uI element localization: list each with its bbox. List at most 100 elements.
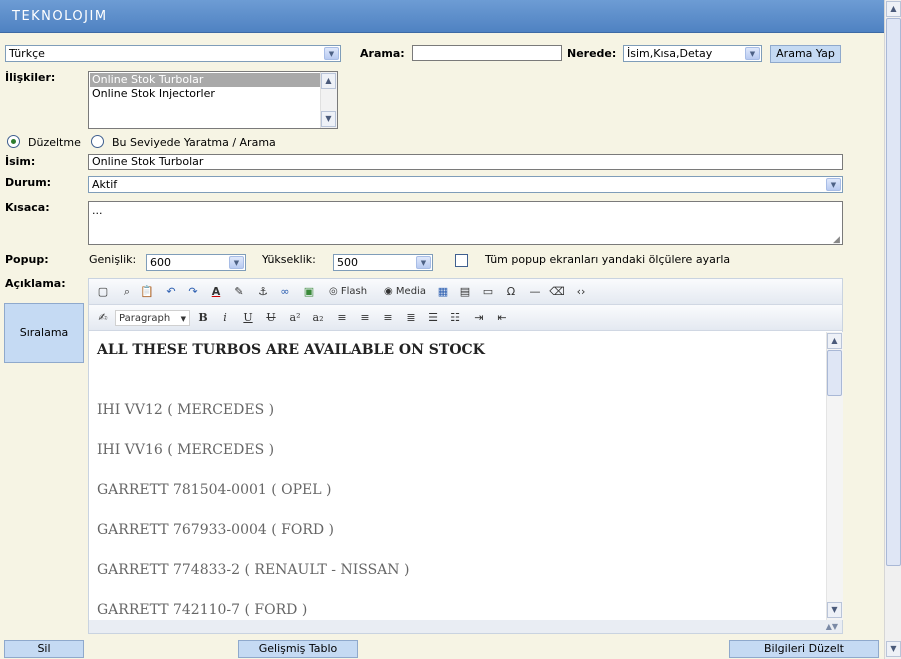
name-label: İsim: [5, 155, 36, 168]
editor-line: GARRETT 781504-0001 ( OPEL ) [97, 482, 332, 498]
subscript-icon[interactable]: a₂ [310, 310, 326, 326]
editor-heading: ALL THESE TURBOS ARE AVAILABLE ON STOCK [97, 342, 485, 358]
list-item[interactable]: Online Stok Injectorler [90, 87, 321, 101]
align-center-icon[interactable]: ≡ [357, 310, 373, 326]
format-select[interactable]: Paragraph ▼ [115, 310, 190, 326]
horizontal-rule-icon[interactable]: — [527, 284, 543, 300]
update-info-button[interactable]: Bilgileri Düzelt [729, 640, 879, 658]
status-select[interactable]: Aktif ▼ [88, 176, 843, 193]
app-logo: TEKNOLOJIM [12, 9, 108, 24]
search-where-selected: İsim,Kısa,Detay [627, 47, 713, 60]
delete-button[interactable]: Sil [4, 640, 84, 658]
search-label: Arama: [360, 47, 405, 60]
name-input[interactable]: Online Stok Turbolar [88, 154, 843, 170]
redo-icon[interactable]: ↷ [185, 284, 201, 300]
resize-arrows-icon[interactable]: ▲▼ [826, 620, 838, 633]
page-scrollbar[interactable]: ▲ ▼ [884, 0, 901, 659]
popup-width-label: Genişlik: [89, 253, 137, 266]
editor-content[interactable]: ALL THESE TURBOS ARE AVAILABLE ON STOCK … [89, 332, 827, 620]
list-item[interactable]: Online Stok Turbolar [90, 73, 321, 87]
page-scroll-thumb[interactable] [886, 18, 901, 566]
scroll-up-icon[interactable]: ▲ [886, 1, 901, 17]
edit-radio-label: Düzeltme [28, 136, 81, 149]
format-selected: Paragraph [119, 313, 171, 324]
chevron-down-icon: ▼ [229, 256, 244, 269]
popup-label: Popup: [5, 253, 49, 266]
align-justify-icon[interactable]: ≣ [403, 310, 419, 326]
chevron-down-icon: ▼ [745, 47, 760, 60]
apply-all-checkbox[interactable] [455, 254, 468, 267]
editor-scroll-thumb[interactable] [827, 350, 842, 396]
sort-button[interactable]: Sıralama [4, 303, 84, 363]
scroll-up-icon[interactable]: ▲ [321, 73, 336, 89]
special-char-icon[interactable]: Ω [503, 284, 519, 300]
paste-icon[interactable]: 📋 [139, 284, 155, 300]
search-button[interactable]: Arama Yap [770, 45, 841, 63]
find-icon[interactable]: ⌕ [119, 284, 135, 300]
superscript-icon[interactable]: a² [287, 310, 303, 326]
chevron-down-icon: ▼ [826, 178, 841, 191]
language-select[interactable]: Türkçe ▼ [5, 45, 341, 62]
scroll-up-icon[interactable]: ▲ [827, 333, 842, 349]
popup-height-select[interactable]: 500 ▼ [333, 254, 433, 271]
scroll-down-icon[interactable]: ▼ [827, 602, 842, 618]
scroll-down-icon[interactable]: ▼ [321, 111, 336, 127]
relations-scrollbar[interactable]: ▲ ▼ [320, 72, 337, 128]
scroll-down-icon[interactable]: ▼ [886, 641, 901, 657]
editor-resize-bar[interactable]: ▲▼ [89, 620, 842, 633]
media-button[interactable]: ◉ Media [381, 284, 429, 300]
create-radio[interactable] [91, 135, 104, 148]
template-icon[interactable]: ▭ [480, 284, 496, 300]
anchor-icon[interactable]: ⚓ [255, 284, 271, 300]
indent-icon[interactable]: ⇥ [471, 310, 487, 326]
popup-width-value: 600 [150, 256, 171, 269]
editor-line: IHI VV16 ( MERCEDES ) [97, 442, 275, 458]
popup-width-select[interactable]: 600 ▼ [146, 254, 246, 271]
flash-button[interactable]: ◎ Flash [327, 284, 369, 300]
create-radio-label: Bu Seviyede Yaratma / Arama [112, 136, 276, 149]
advanced-table-button[interactable]: Gelişmiş Tablo [238, 640, 358, 658]
numbered-list-icon[interactable]: ☰ [425, 310, 441, 326]
status-selected: Aktif [92, 178, 118, 191]
eraser-icon[interactable]: ⌫ [549, 284, 565, 300]
image-icon[interactable]: ▣ [301, 284, 317, 300]
relations-label: İlişkiler: [5, 71, 56, 84]
description-label: Açıklama: [5, 277, 66, 290]
fullscreen-icon[interactable]: ▢ [95, 284, 111, 300]
bold-icon[interactable]: B [195, 310, 211, 326]
search-where-select[interactable]: İsim,Kısa,Detay ▼ [623, 45, 762, 62]
popup-height-label: Yükseklik: [262, 253, 316, 266]
italic-icon[interactable]: i [217, 310, 233, 326]
table-icon[interactable]: ▦ [435, 284, 451, 300]
edit-radio[interactable] [7, 135, 20, 148]
chevron-down-icon: ▼ [416, 256, 431, 269]
editor-scrollbar[interactable]: ▲ ▼ [826, 332, 843, 620]
outdent-icon[interactable]: ⇤ [494, 310, 510, 326]
rich-text-editor[interactable]: ▢ ⌕ 📋 ↶ ↷ A ✎ ⚓ ∞ ▣ ◎ Flash ◉ Media ▦ ▤ … [88, 278, 843, 634]
align-left-icon[interactable]: ≡ [334, 310, 350, 326]
underline-icon[interactable]: U [240, 310, 256, 326]
summary-label: Kısaca: [5, 201, 50, 214]
style-icon[interactable]: ✍ [95, 310, 111, 326]
relations-listbox[interactable]: Online Stok Turbolar Online Stok Injecto… [88, 71, 338, 129]
status-label: Durum: [5, 176, 52, 189]
search-input[interactable] [412, 45, 562, 61]
editor-line: IHI VV12 ( MERCEDES ) [97, 402, 275, 418]
source-code-icon[interactable]: ‹› [573, 284, 589, 300]
text-color-icon[interactable]: A [208, 284, 224, 300]
flash-label: Flash [340, 286, 368, 297]
editor-line: GARRETT 742110-7 ( FORD ) [97, 602, 308, 618]
strikethrough-icon[interactable]: U [263, 310, 279, 326]
editor-toolbar-1: ▢ ⌕ 📋 ↶ ↷ A ✎ ⚓ ∞ ▣ ◎ Flash ◉ Media ▦ ▤ … [89, 279, 842, 305]
align-right-icon[interactable]: ≡ [380, 310, 396, 326]
link-icon[interactable]: ∞ [277, 284, 293, 300]
highlight-icon[interactable]: ✎ [231, 284, 247, 300]
apply-all-label: Tüm popup ekranları yandaki ölçülere aya… [485, 253, 731, 266]
resize-grip-icon[interactable]: ◢ [833, 235, 840, 245]
search-where-label: Nerede: [567, 47, 617, 60]
popup-height-value: 500 [337, 256, 358, 269]
table-edit-icon[interactable]: ▤ [457, 284, 473, 300]
summary-textarea[interactable]: ... [88, 201, 843, 245]
undo-icon[interactable]: ↶ [163, 284, 179, 300]
bullet-list-icon[interactable]: ☷ [447, 310, 463, 326]
